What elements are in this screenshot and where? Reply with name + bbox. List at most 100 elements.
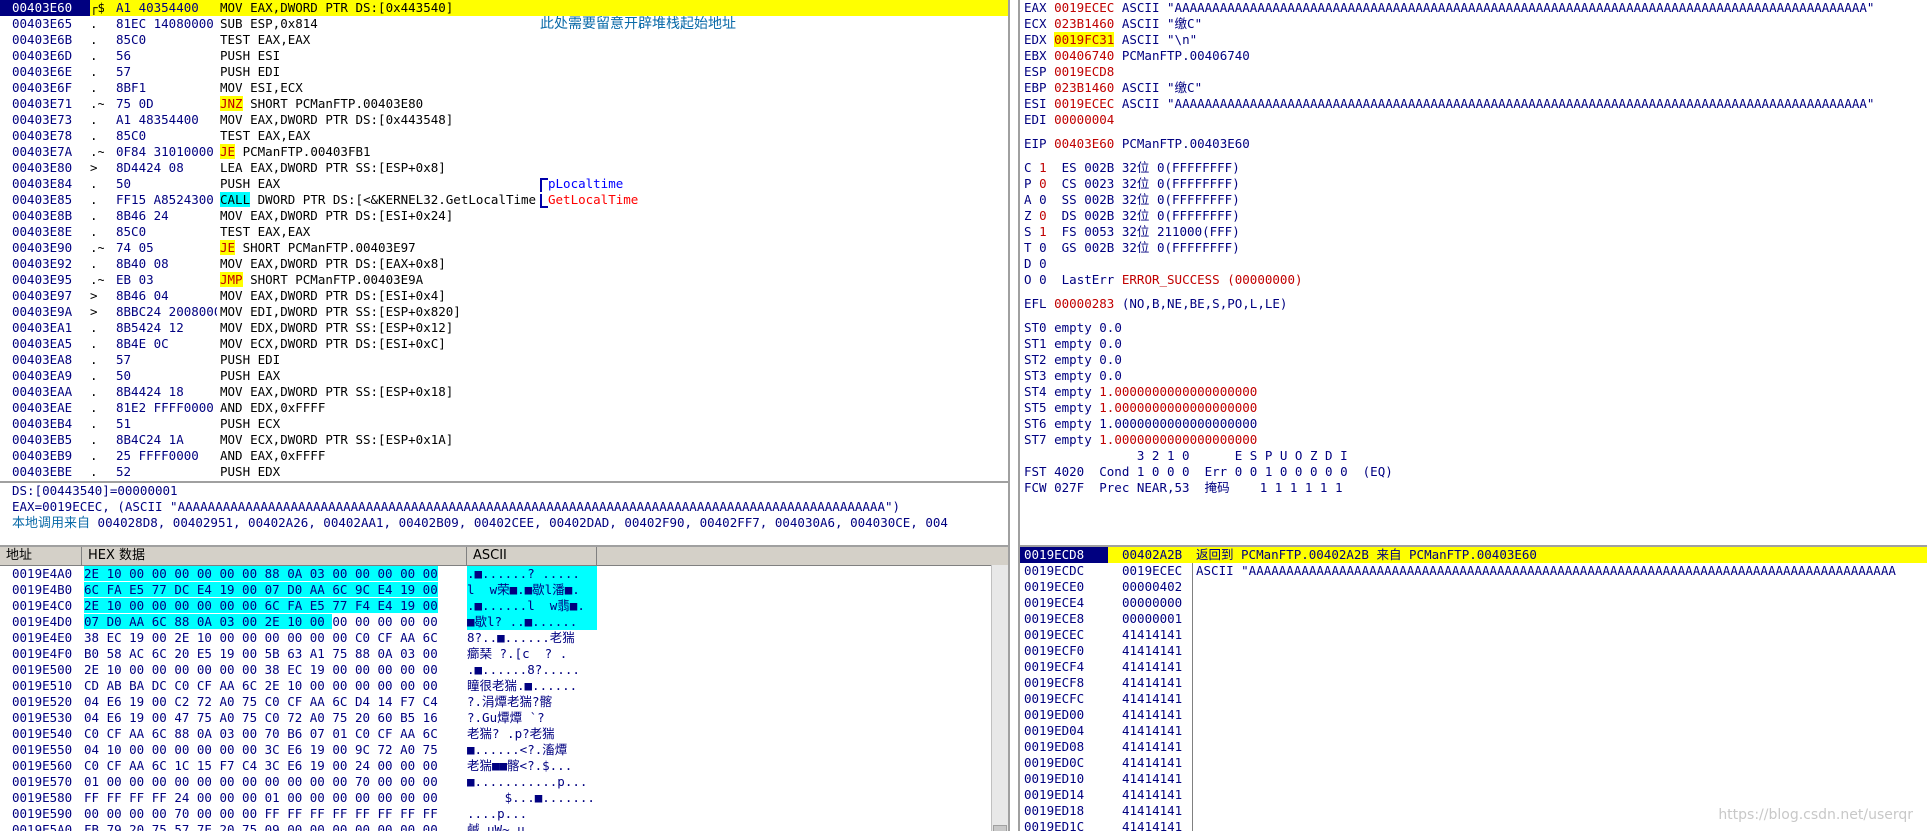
disasm-address[interactable]: 00403E65 — [0, 16, 90, 32]
stack-value[interactable]: 41414141 — [1108, 803, 1192, 819]
stack-address[interactable]: 0019ECDC — [1020, 563, 1108, 579]
disasm-row[interactable]: 00403E73. A1 48354400 MOV EAX,DWORD PTR DS… — [0, 112, 1008, 128]
stack-row[interactable]: 0019ED14 41414141 — [1020, 787, 1927, 803]
stack-row[interactable]: 0019ECFC 41414141 — [1020, 691, 1927, 707]
stack-value[interactable]: 41414141 — [1108, 755, 1192, 771]
stack-row[interactable]: 0019ECF4 41414141 — [1020, 659, 1927, 675]
stack-pane[interactable]: 0019ECD8 00402A2B 返回到 PCManFTP.00402A2B 来自… — [1018, 547, 1927, 831]
register-ecx[interactable]: ECX 023B1460 ASCII "缴C" — [1024, 16, 1927, 32]
disasm-instruction[interactable]: PUSH EDI — [220, 352, 536, 368]
disasm-address[interactable]: 00403EA1 — [0, 320, 90, 336]
stack-row[interactable]: 0019ED00 41414141 — [1020, 707, 1927, 723]
disasm-row[interactable]: 00403E80 >8D4424 08 LEA EAX,DWORD PTR SS:[… — [0, 160, 1008, 176]
register-value[interactable]: 0019ECEC — [1054, 0, 1114, 15]
disasm-row[interactable]: 00403E85. FF15 A8524300 CALL DWORD PTR DS:… — [0, 192, 1008, 208]
disasm-row[interactable]: 00403E8B. 8B46 24 MOV EAX,DWORD PTR DS:[ES… — [0, 208, 1008, 224]
dump-address[interactable]: 0019E540 — [0, 726, 82, 742]
dump-row[interactable]: 0019E4B0 6C FA E5 77 DC E4 19 00 07 D0 AA… — [0, 582, 1008, 598]
stack-value[interactable]: 41414141 — [1108, 643, 1192, 659]
disasm-instruction[interactable]: JE SHORT PCManFTP.00403E97 — [220, 240, 536, 256]
stack-value[interactable]: 41414141 — [1108, 771, 1192, 787]
fpu-st7[interactable]: ST7 empty 1.0000000000000000000 — [1024, 432, 1927, 448]
fpu-value[interactable]: 0.0 — [1099, 368, 1122, 383]
stack-row[interactable]: 0019ECE0 00000402 — [1020, 579, 1927, 595]
stack-row[interactable]: 0019ED04 41414141 — [1020, 723, 1927, 739]
disasm-address[interactable]: 00403EA9 — [0, 368, 90, 384]
stack-address[interactable]: 0019ED04 — [1020, 723, 1108, 739]
register-esi[interactable]: ESI 0019ECEC ASCII "AAAAAAAAAAAAAAAAAAAA… — [1024, 96, 1927, 112]
disasm-address[interactable]: 00403E9A — [0, 304, 90, 320]
dump-address[interactable]: 0019E4D0 — [0, 614, 82, 630]
disasm-instruction[interactable]: JE PCManFTP.00403FB1 — [220, 144, 536, 160]
disasm-address[interactable]: 00403E95 — [0, 272, 90, 288]
stack-address[interactable]: 0019ED14 — [1020, 787, 1108, 803]
stack-address[interactable]: 0019ECE0 — [1020, 579, 1108, 595]
stack-value[interactable]: 00402A2B — [1108, 547, 1192, 563]
disasm-instruction[interactable]: MOV ESI,ECX — [220, 80, 536, 96]
stack-row[interactable]: 0019ECDC 0019ECEC ASCII "AAAAAAAAAAAAAAAAA… — [1020, 563, 1927, 579]
stack-address[interactable]: 0019ED18 — [1020, 803, 1108, 819]
fpu-value[interactable]: 0.0 — [1099, 352, 1122, 367]
dump-address[interactable]: 0019E500 — [0, 662, 82, 678]
stack-address[interactable]: 0019ED08 — [1020, 739, 1108, 755]
dump-address[interactable]: 0019E580 — [0, 790, 82, 806]
fpu-st6[interactable]: ST6 empty 1.0000000000000000000 — [1024, 416, 1927, 432]
dump-row[interactable]: 0019E4D0 07 D0 AA 6C 88 0A 03 00 2E 10 00… — [0, 614, 1008, 630]
stack-address[interactable]: 0019ED00 — [1020, 707, 1108, 723]
stack-value[interactable]: 41414141 — [1108, 659, 1192, 675]
dump-hex-bytes[interactable]: 00 00 00 00 70 00 00 00 FF FF FF FF FF F… — [82, 806, 464, 822]
flag-value[interactable]: 0 — [1039, 192, 1047, 207]
disasm-address[interactable]: 00403E8B — [0, 208, 90, 224]
dump-row[interactable]: 0019E4F0 B0 58 AC 6C 20 E5 19 00 5B 63 A1… — [0, 646, 1008, 662]
dump-scrollbar-thumb[interactable] — [993, 825, 1007, 831]
flag-value[interactable]: 0 — [1039, 208, 1047, 223]
dump-row[interactable]: 0019E4E0 38 EC 19 00 2E 10 00 00 00 00 00… — [0, 630, 1008, 646]
disasm-address[interactable]: 00403EA5 — [0, 336, 90, 352]
stack-row[interactable]: 0019ECE8 00000001 — [1020, 611, 1927, 627]
dump-header-address[interactable]: 地址 — [0, 547, 82, 565]
dump-header-hex[interactable]: HEX 数据 — [82, 547, 467, 565]
disasm-instruction[interactable]: AND EDX,0xFFFF — [220, 400, 536, 416]
flag-t[interactable]: T 0 GS 002B 32位 0(FFFFFFFF) — [1024, 240, 1927, 256]
register-eip[interactable]: EIP 00403E60 PCManFTP.00403E60 — [1024, 136, 1927, 152]
disasm-row[interactable]: 00403EA9. 50 PUSH EAX — [0, 368, 1008, 384]
registers-pane[interactable]: EAX 0019ECEC ASCII "AAAAAAAAAAAAAAAAAAAA… — [1018, 0, 1927, 547]
fpu-st2[interactable]: ST2 empty 0.0 — [1024, 352, 1927, 368]
stack-value[interactable]: 41414141 — [1108, 819, 1192, 831]
dump-hex-bytes[interactable]: 38 EC 19 00 2E 10 00 00 00 00 00 00 C0 C… — [82, 630, 464, 646]
flag-d[interactable]: D 0 — [1024, 256, 1927, 272]
dump-row[interactable]: 0019E540 C0 CF AA 6C 88 0A 03 00 70 B6 07… — [0, 726, 1008, 742]
stack-row[interactable]: 0019ECEC 41414141 — [1020, 627, 1927, 643]
dump-address[interactable]: 0019E4C0 — [0, 598, 82, 614]
disasm-row[interactable]: 00403E6E. 57 PUSH EDI — [0, 64, 1008, 80]
stack-value[interactable]: 41414141 — [1108, 723, 1192, 739]
stack-address[interactable]: 0019ED1C — [1020, 819, 1108, 831]
dump-row[interactable]: 0019E500 2E 10 00 00 00 00 00 00 38 EC 19… — [0, 662, 1008, 678]
disasm-instruction[interactable]: MOV EDI,DWORD PTR SS:[ESP+0x820] — [220, 304, 536, 320]
stack-value[interactable]: 41414141 — [1108, 739, 1192, 755]
dump-address[interactable]: 0019E520 — [0, 694, 82, 710]
disasm-address[interactable]: 00403EB9 — [0, 448, 90, 464]
fpu-st0[interactable]: ST0 empty 0.0 — [1024, 320, 1927, 336]
dump-row[interactable]: 0019E530 04 E6 19 00 47 75 A0 75 C0 72 A0… — [0, 710, 1008, 726]
dump-row[interactable]: 0019E4C0 2E 10 00 00 00 00 00 00 6C FA E5… — [0, 598, 1008, 614]
disasm-row[interactable]: 00403E84. 50 PUSH EAX pLocaltime — [0, 176, 1008, 192]
dump-address[interactable]: 0019E4B0 — [0, 582, 82, 598]
fpu-value[interactable]: 0.0 — [1099, 320, 1122, 335]
disasm-instruction[interactable]: JMP SHORT PCManFTP.00403E9A — [220, 272, 536, 288]
register-value[interactable]: 00000004 — [1054, 112, 1114, 127]
dump-row[interactable]: 0019E580 FF FF FF FF 24 00 00 00 01 00 00… — [0, 790, 1008, 806]
flag-c[interactable]: C 1 ES 002B 32位 0(FFFFFFFF) — [1024, 160, 1927, 176]
flag-z[interactable]: Z 0 DS 002B 32位 0(FFFFFFFF) — [1024, 208, 1927, 224]
disasm-row[interactable]: 00403E7A .~ 0F84 31010000 JE PCManFTP.00403… — [0, 144, 1008, 160]
register-eip-value[interactable]: 00403E60 — [1054, 136, 1114, 151]
disasm-instruction[interactable]: MOV EAX,DWORD PTR DS:[ESI+0x24] — [220, 208, 536, 224]
disasm-instruction[interactable]: MOV ECX,DWORD PTR DS:[ESI+0xC] — [220, 336, 536, 352]
disasm-row[interactable]: 00403E65. 81EC 14080000 SUB ESP,0x814 此处需要留… — [0, 16, 1008, 32]
register-edi[interactable]: EDI 00000004 — [1024, 112, 1927, 128]
disassembly-pane[interactable]: 00403E60 ┌$ A1 40354400 MOV EAX,DWORD PTR D… — [0, 0, 1010, 483]
register-value[interactable]: 0019ECEC — [1054, 96, 1114, 111]
register-efl[interactable]: EFL 00000283 (NO,B,NE,BE,S,PO,L,LE) — [1024, 296, 1927, 312]
disasm-instruction[interactable]: MOV ECX,DWORD PTR SS:[ESP+0x1A] — [220, 432, 536, 448]
disasm-instruction[interactable]: TEST EAX,EAX — [220, 224, 536, 240]
